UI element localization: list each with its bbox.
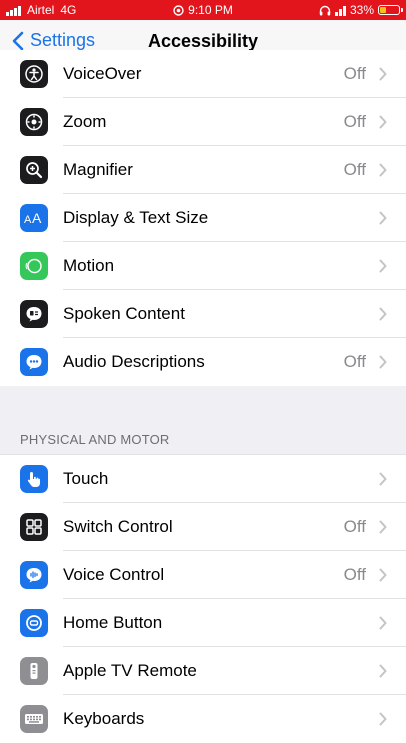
motion-label: Motion	[63, 256, 115, 275]
voiceover-label: VoiceOver	[63, 64, 142, 83]
apple-tv-remote-label: Apple TV Remote	[63, 661, 197, 680]
keyboards-label: Keyboards	[63, 709, 145, 728]
display-text-size-row[interactable]: A A Display & Text Size	[0, 194, 406, 242]
chevron-right-icon	[376, 67, 390, 81]
switch-control-status: Off	[343, 517, 366, 536]
chevron-right-icon	[376, 568, 390, 582]
zoom-row[interactable]: Zoom Off	[0, 98, 406, 146]
chevron-right-icon	[376, 616, 390, 630]
zoom-label: Zoom	[63, 112, 107, 131]
touch-icon	[20, 465, 48, 493]
magnifier-status: Off	[343, 160, 366, 179]
chevron-right-icon	[376, 307, 390, 321]
audio-descriptions-status: Off	[343, 352, 366, 371]
focus-mode-icon	[173, 4, 184, 16]
zoom-status: Off	[343, 112, 366, 131]
home-button-label: Home Button	[63, 613, 163, 632]
status-bar: Airtel 4G 9:10 PM 33%	[0, 0, 406, 20]
chevron-right-icon	[376, 259, 390, 273]
voiceover-icon	[20, 60, 48, 88]
settings-list: VoiceOver Off Zoom Off Magnifier Off A A…	[0, 50, 406, 743]
voiceover-status: Off	[343, 64, 366, 83]
battery-percentage: 33%	[349, 3, 374, 17]
home-button-icon	[20, 609, 48, 637]
battery-icon	[378, 5, 403, 15]
chevron-right-icon	[376, 355, 390, 369]
status-signal-icon	[334, 5, 346, 16]
spoken-content-row[interactable]: Spoken Content	[0, 290, 406, 338]
display-text-size-label: Display & Text Size	[63, 208, 209, 227]
switch-control-label: Switch Control	[63, 517, 173, 536]
audio-descriptions-row[interactable]: Audio Descriptions Off	[0, 338, 406, 386]
chevron-right-icon	[376, 664, 390, 678]
motion-row[interactable]: Motion	[0, 242, 406, 290]
chevron-right-icon	[376, 520, 390, 534]
status-right: 33%	[319, 3, 403, 17]
home-button-row[interactable]: Home Button	[0, 599, 406, 647]
chevron-right-icon	[376, 115, 390, 129]
chevron-right-icon	[376, 712, 390, 726]
voice-control-label: Voice Control	[63, 565, 165, 584]
touch-label: Touch	[63, 469, 109, 488]
spoken-content-label: Spoken Content	[63, 304, 185, 323]
apple-tv-remote-icon	[20, 657, 48, 685]
headphones-icon	[319, 5, 331, 15]
chevron-right-icon	[376, 163, 390, 177]
keyboard-icon	[20, 705, 48, 733]
section-header-physical-motor: PHYSICAL AND MOTOR	[0, 424, 406, 455]
motion-icon	[20, 252, 48, 280]
voice-control-row[interactable]: Voice Control Off	[0, 551, 406, 599]
magnifier-row[interactable]: Magnifier Off	[0, 146, 406, 194]
voice-control-icon	[20, 561, 48, 589]
svg-text:A: A	[24, 214, 32, 226]
voiceover-row[interactable]: VoiceOver Off	[0, 50, 406, 98]
magnifier-label: Magnifier	[63, 160, 133, 179]
keyboards-row[interactable]: Keyboards	[0, 695, 406, 743]
magnifier-icon	[20, 156, 48, 184]
chevron-right-icon	[376, 472, 390, 486]
touch-row[interactable]: Touch	[0, 455, 406, 503]
zoom-icon	[20, 108, 48, 136]
spoken-content-icon	[20, 300, 48, 328]
apple-tv-remote-row[interactable]: Apple TV Remote	[0, 647, 406, 695]
svg-text:A: A	[32, 210, 42, 226]
audio-descriptions-label: Audio Descriptions	[63, 352, 205, 371]
status-time: 9:10 PM	[188, 3, 233, 17]
voice-control-status: Off	[343, 565, 366, 584]
section-spacer	[0, 386, 406, 424]
audio-descriptions-icon	[20, 348, 48, 376]
switch-control-row[interactable]: Switch Control Off	[0, 503, 406, 551]
page-title: Accessibility	[147, 31, 259, 51]
switch-control-icon	[20, 513, 48, 541]
display-text-size-icon: A A	[20, 204, 48, 232]
chevron-right-icon	[376, 211, 390, 225]
